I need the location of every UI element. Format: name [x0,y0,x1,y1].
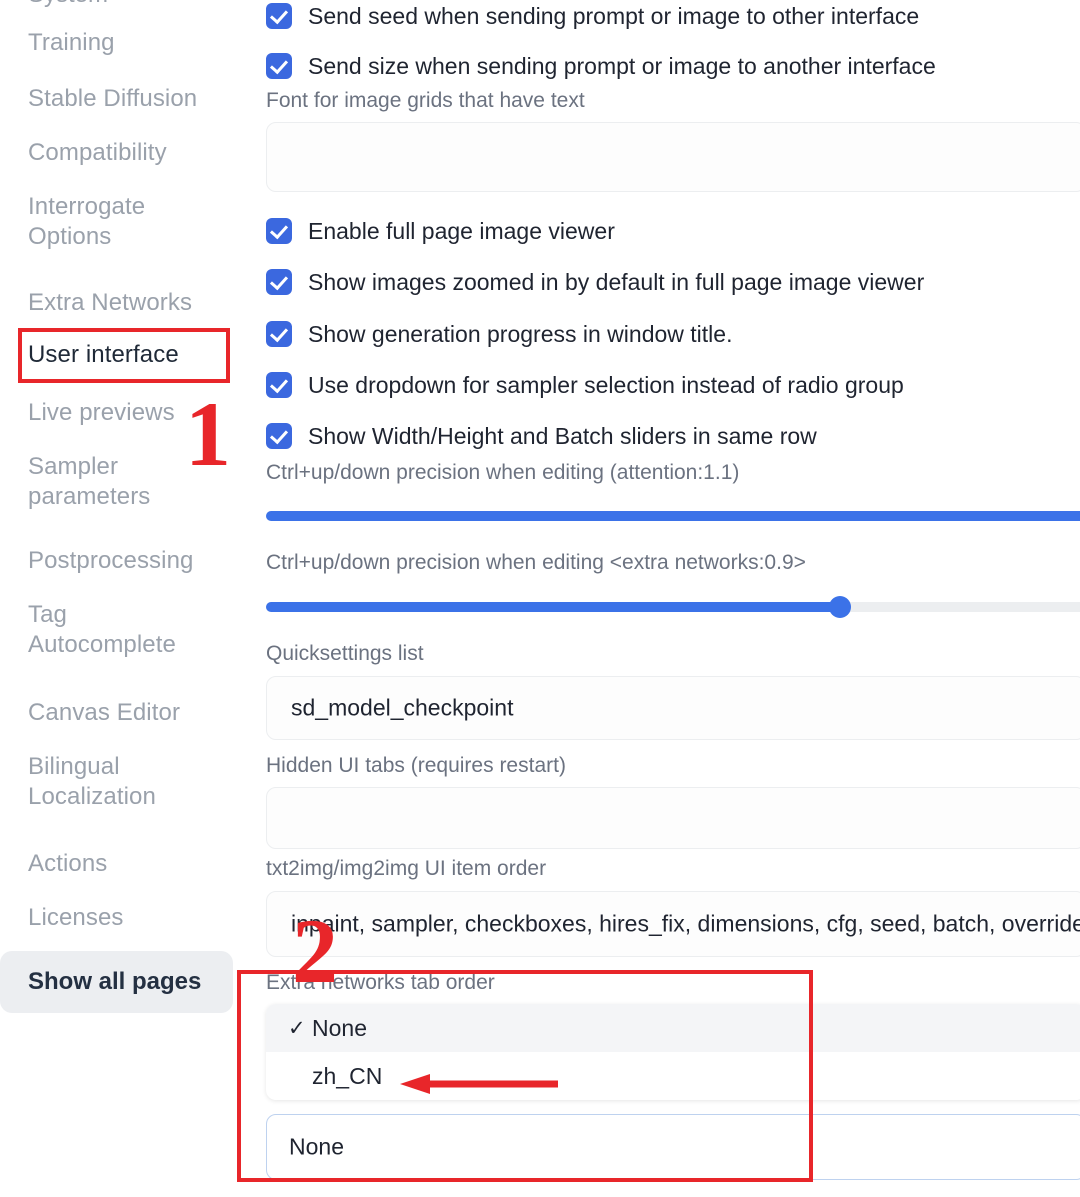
settings-main-panel: Send seed when sending prompt or image t… [250,0,1080,1197]
sidebar-item-tag-autocomplete[interactable]: Tag Autocomplete [28,600,238,660]
slider-thumb[interactable] [829,596,851,618]
text-field-value: sd_model_checkpoint [291,695,513,722]
checkbox-label: Show generation progress in window title… [308,321,732,348]
sidebar-item-interrogate-options[interactable]: Interrogate Options [28,192,238,252]
show-all-pages-button[interactable]: Show all pages [0,951,233,1013]
checkbox-label: Send seed when sending prompt or image t… [308,3,919,30]
checkbox-checked-icon[interactable] [266,218,292,244]
sidebar-item-stable-diffusion[interactable]: Stable Diffusion [28,84,238,114]
text-field-label: Quicksettings list [266,642,424,666]
settings-sidebar: System Training Stable Diffusion Compatibi… [0,0,250,1197]
font-grid-label: Font for image grids that have text [266,89,585,113]
sidebar-item-bilingual-localization[interactable]: Bilingual Localization [28,752,238,812]
font-grid-input[interactable] [266,122,1080,192]
sidebar-item-cut-off[interactable]: System [28,0,108,10]
sidebar-item-user-interface[interactable]: User interface [28,340,238,370]
checkbox-checked-icon[interactable] [266,269,292,295]
checkbox-row[interactable]: Show generation progress in window title… [266,320,732,348]
extra-networks-tab-order-label: Extra networks tab order [266,971,495,995]
sidebar-item-actions[interactable]: Actions [28,849,238,879]
checkbox-checked-icon[interactable] [266,372,292,398]
dropdown-options-list[interactable]: ✓None zh_CN [266,1004,1080,1100]
sidebar-item-licenses[interactable]: Licenses [28,903,238,933]
checkbox-label: Show images zoomed in by default in full… [308,269,924,296]
precision-slider[interactable] [266,508,1080,524]
sidebar-item-sampler-parameters[interactable]: Sampler parameters [28,452,238,512]
text-field-input[interactable] [266,787,1080,849]
sidebar-item-live-previews[interactable]: Live previews [28,398,238,428]
text-field-input[interactable]: sd_model_checkpoint [266,676,1080,740]
checkbox-row[interactable]: Show Width/Height and Batch sliders in s… [266,422,817,450]
sidebar-item-postprocessing[interactable]: Postprocessing [28,546,238,576]
dropdown-option-zh_cn[interactable]: zh_CN [266,1052,1080,1100]
checkbox-label: Show Width/Height and Batch sliders in s… [308,423,817,450]
text-field-input[interactable]: inpaint, sampler, checkboxes, hires_fix,… [266,891,1080,957]
dropdown-input-value: None [289,1134,344,1161]
checkbox-row[interactable]: Send seed when sending prompt or image t… [266,2,919,30]
text-field-value: inpaint, sampler, checkboxes, hires_fix,… [291,911,1080,938]
checkbox-label: Enable full page image viewer [308,218,615,245]
show-all-pages-label: Show all pages [28,968,201,996]
dropdown-option-label: None [312,1015,367,1042]
slider-fill [266,602,840,612]
text-field-label: txt2img/img2img UI item order [266,857,546,881]
checkbox-row[interactable]: Show images zoomed in by default in full… [266,268,924,296]
dropdown-option-none[interactable]: ✓None [266,1004,1080,1052]
checkbox-row[interactable]: Use dropdown for sampler selection inste… [266,371,904,399]
precision-slider[interactable] [266,599,1080,615]
sidebar-item-training[interactable]: Training [28,28,238,58]
text-field-label: Hidden UI tabs (requires restart) [266,754,566,778]
checkbox-checked-icon[interactable] [266,423,292,449]
sidebar-item-canvas-editor[interactable]: Canvas Editor [28,698,238,728]
checkbox-checked-icon[interactable] [266,53,292,79]
dropdown-option-check-icon: ✓ [288,1016,312,1041]
sidebar-item-extra-networks[interactable]: Extra Networks [28,288,238,318]
checkbox-label: Use dropdown for sampler selection inste… [308,372,904,399]
dropdown-option-label: zh_CN [312,1063,382,1090]
checkbox-checked-icon[interactable] [266,3,292,29]
slider-label: Ctrl+up/down precision when editing (att… [266,461,739,485]
sidebar-item-compatibility[interactable]: Compatibility [28,138,238,168]
checkbox-row[interactable]: Enable full page image viewer [266,217,615,245]
checkbox-label: Send size when sending prompt or image t… [308,53,936,80]
slider-fill [266,511,1080,521]
checkbox-checked-icon[interactable] [266,321,292,347]
extra-networks-tab-order-input[interactable]: None [266,1114,1080,1180]
slider-label: Ctrl+up/down precision when editing <ext… [266,551,806,575]
checkbox-row[interactable]: Send size when sending prompt or image t… [266,52,936,80]
